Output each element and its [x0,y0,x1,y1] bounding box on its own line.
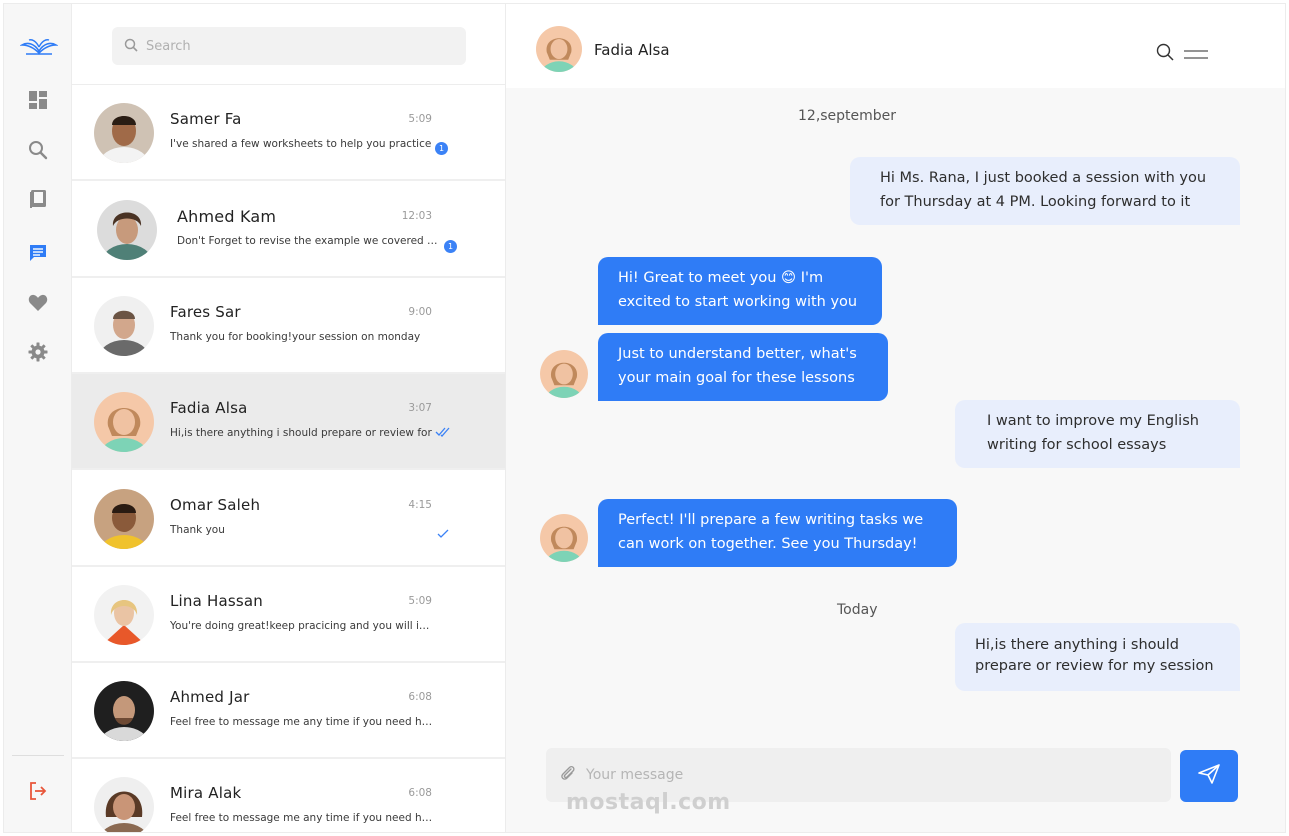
conversation-item[interactable]: Fares Sar 9:00 Thank you for booking!you… [72,278,505,374]
avatar [94,296,154,356]
timestamp: 9:00 [408,306,432,318]
conversation-item[interactable]: Samer Fa 5:09 I've shared a few workshee… [72,85,505,181]
incoming-message: Hi! Great to meet you 😊 I'm excited to s… [598,257,882,325]
avatar [94,489,154,549]
unread-badge: 1 [435,142,448,155]
chat-header: Fadia Alsa [506,4,1285,88]
contact-name: Fadia Alsa [170,399,248,417]
gear-icon[interactable] [26,340,50,364]
timestamp: 5:09 [408,595,432,607]
conversation-item-active[interactable]: Fadia Alsa 3:07 Hi,is there anything i s… [72,374,505,470]
send-icon [1198,764,1220,788]
chat-icon[interactable] [26,241,50,265]
contact-name: Fares Sar [170,303,241,321]
message-text: Hi,is there anything i should [975,637,1179,653]
search-input[interactable] [146,38,446,54]
avatar [94,103,154,163]
message-input[interactable] [586,767,1106,783]
book-icon[interactable] [26,187,50,211]
conversation-item[interactable]: Lina Hassan 5:09 You're doing great!keep… [72,567,505,663]
date-separator: Today [837,602,878,618]
timestamp: 4:15 [408,499,432,511]
contact-name: Omar Saleh [170,496,261,514]
message-text: Hi! Great to meet you 😊 I'm [618,270,824,286]
watermark: mostaql.com [566,790,731,815]
icon-rail [4,4,72,832]
message-text: your main goal for these lessons [618,370,855,386]
contact-avatar[interactable] [536,26,582,72]
avatar [94,777,154,832]
avatar [94,585,154,645]
contact-name: Lina Hassan [170,592,263,610]
search-icon [124,37,138,56]
message-preview: Feel free to message me any time if you … [170,812,435,824]
conversation-item[interactable]: Ahmed Kam 12:03 Don't Forget to revise t… [72,182,505,278]
logo-icon[interactable] [20,35,58,59]
check-icon [437,528,449,542]
avatar [97,200,157,260]
double-check-icon [435,426,451,441]
message-preview: Thank you for booking!your session on mo… [170,331,421,343]
incoming-message: Perfect! I'll prepare a few writing task… [598,499,957,567]
contact-name: Samer Fa [170,110,242,128]
message-text: can work on together. See you Thursday! [618,536,918,552]
app-window: Samer Fa 5:09 I've shared a few workshee… [3,3,1286,833]
message-preview: Feel free to message me any time if you … [170,716,435,728]
message-preview: Thank you [170,524,225,536]
logout-icon[interactable] [26,779,50,803]
conversation-list: Samer Fa 5:09 I've shared a few workshee… [72,4,506,832]
search-icon[interactable] [26,138,50,162]
rail-divider [12,755,64,756]
paperclip-icon[interactable] [560,764,576,786]
chat-panel: Fadia Alsa 12,september Hi Ms. Rana, I j… [506,4,1285,832]
incoming-message: Just to understand better, what's your m… [598,333,888,401]
outgoing-message: Hi Ms. Rana, I just booked a session wit… [850,157,1240,225]
timestamp: 6:08 [408,691,432,703]
avatar [94,681,154,741]
menu-icon[interactable] [1184,46,1208,65]
timestamp: 5:09 [408,113,432,125]
message-text: Perfect! I'll prepare a few writing task… [618,512,924,528]
sender-avatar [540,350,588,398]
outgoing-message: Hi,is there anything i should prepare or… [955,623,1240,691]
message-text: writing for school essays [987,437,1167,453]
message-text: Just to understand better, what's [618,346,857,362]
send-button[interactable] [1180,750,1238,802]
contact-name: Mira Alak [170,784,242,802]
heart-icon[interactable] [26,291,50,315]
message-text: for Thursday at 4 PM. Looking forward to… [880,194,1191,210]
sender-avatar [540,514,588,562]
message-preview: Hi,is there anything i should prepare or… [170,427,432,439]
conversation-item[interactable]: Omar Saleh 4:15 Thank you [72,471,505,567]
timestamp: 12:03 [401,210,432,222]
contact-name: Ahmed Jar [170,688,250,706]
search-box[interactable] [112,27,466,65]
message-text: prepare or review for my session [975,658,1214,674]
message-text: I want to improve my English [987,413,1199,429]
message-preview: I've shared a few worksheets to help you… [170,138,432,150]
outgoing-message: I want to improve my English writing for… [955,400,1240,468]
message-text: excited to start working with you [618,294,858,310]
conversation-item[interactable]: Ahmed Jar 6:08 Feel free to message me a… [72,663,505,759]
date-separator: 12,september [798,108,897,124]
message-preview: Don't Forget to revise the example we co… [177,235,441,247]
message-text: Hi Ms. Rana, I just booked a session wit… [880,170,1207,186]
conversation-item[interactable]: Mira Alak 6:08 Feel free to message me a… [72,759,505,832]
timestamp: 6:08 [408,787,432,799]
contact-name: Ahmed Kam [177,207,277,226]
unread-badge: 1 [444,240,457,253]
avatar [94,392,154,452]
search-icon[interactable] [1156,43,1174,65]
timestamp: 3:07 [408,402,432,414]
message-preview: You're doing great!keep pracicing and yo… [170,620,435,632]
contact-name: Fadia Alsa [594,41,670,59]
dashboard-icon[interactable] [26,88,50,112]
